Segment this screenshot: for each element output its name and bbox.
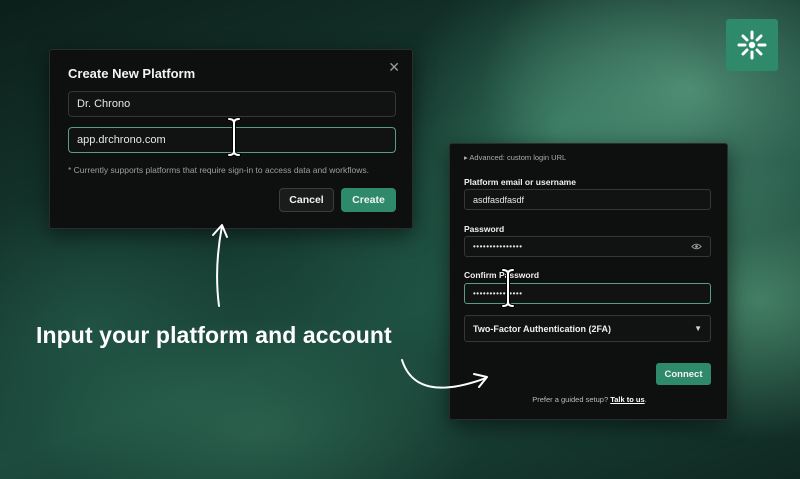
cancel-button[interactable]: Cancel: [279, 188, 334, 212]
password-label: Password: [464, 224, 505, 234]
brand-logo: [726, 19, 778, 71]
create-button[interactable]: Create: [341, 188, 396, 212]
email-value: asdfasdfasdf: [473, 194, 525, 205]
platform-name-input[interactable]: Dr. Chrono: [68, 91, 396, 117]
talk-to-us-link[interactable]: Talk to us: [610, 395, 644, 404]
platform-name-value: Dr. Chrono: [77, 98, 131, 110]
platform-url-value: app.drchrono.com: [77, 134, 166, 146]
hand-drawn-arrow-icon: [212, 224, 228, 307]
mfa-selected-value: Two-Factor Authentication (2FA): [473, 323, 611, 334]
caption-text: Input your platform and account: [36, 322, 392, 348]
guided-setup-suffix: .: [644, 395, 647, 404]
sunburst-logo-icon: [737, 30, 767, 60]
password-field[interactable]: •••••••••••••••: [464, 236, 711, 257]
text-cursor-icon: [501, 268, 515, 308]
email-field[interactable]: asdfasdfasdf: [464, 189, 711, 210]
confirm-password-value: •••••••••••••••: [473, 289, 523, 298]
hand-drawn-arrow-icon: [401, 359, 488, 389]
chevron-down-icon: ▼: [694, 324, 702, 333]
text-cursor-icon: [227, 117, 241, 157]
eye-icon[interactable]: [691, 242, 702, 251]
guided-setup-prefix: Prefer a guided setup?: [532, 395, 611, 404]
support-note: * Currently supports platforms that requ…: [68, 165, 369, 175]
close-icon[interactable]: ✕: [388, 60, 400, 74]
connect-button[interactable]: Connect: [656, 363, 711, 385]
dialog-title: Create New Platform: [68, 66, 196, 81]
advanced-login-url-link[interactable]: ▸ Advanced: custom login URL: [464, 153, 566, 162]
email-label: Platform email or username: [464, 177, 576, 187]
mfa-select[interactable]: Two-Factor Authentication (2FA) ▼: [464, 315, 711, 342]
password-value: •••••••••••••••: [473, 242, 523, 251]
